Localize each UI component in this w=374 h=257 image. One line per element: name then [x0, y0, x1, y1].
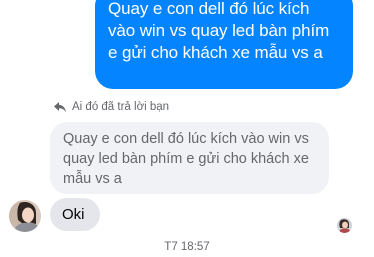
- reply-note-text: Ai đó đã trả lời bạn: [72, 101, 170, 113]
- seen-receipt-avatar: [337, 218, 352, 233]
- message-timestamp: T7 18:57: [164, 241, 210, 253]
- chat-thread: Quay e con dell đó lúc kích vào win vs q…: [0, 0, 374, 257]
- received-message-text: Oki: [62, 206, 85, 223]
- reply-indicator: Ai đó đã trả lời bạn: [54, 101, 169, 113]
- sent-message-bubble[interactable]: Quay e con dell đó lúc kích vào win vs q…: [95, 0, 353, 89]
- quoted-message-text: Quay e con dell đó lúc kích vào win vs q…: [63, 131, 309, 187]
- reply-arrow-icon: [54, 102, 66, 112]
- quoted-message-bubble[interactable]: Quay e con dell đó lúc kích vào win vs q…: [50, 122, 329, 194]
- sent-message-text: Quay e con dell đó lúc kích vào win vs q…: [108, 0, 330, 62]
- received-message-bubble[interactable]: Oki: [50, 198, 100, 231]
- sender-avatar[interactable]: [9, 200, 41, 232]
